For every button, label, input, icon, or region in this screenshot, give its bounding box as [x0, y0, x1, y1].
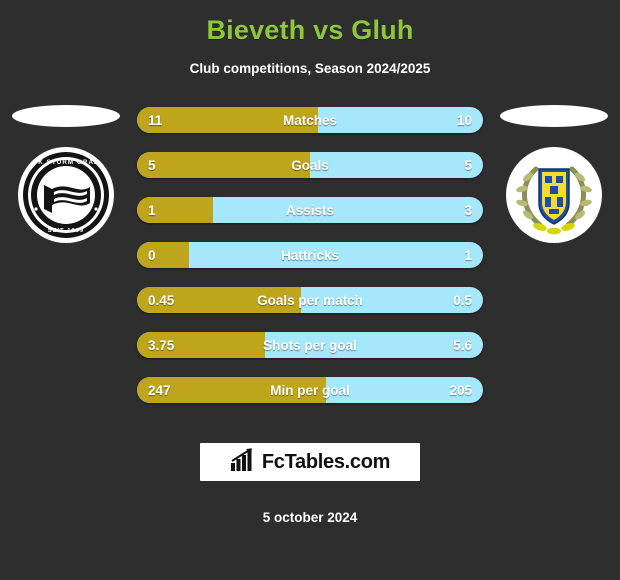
home-crest-highlight [12, 105, 120, 127]
away-value-goals-per-match: 0.5 [453, 292, 472, 308]
stat-label-hattricks: Hattricks [281, 247, 339, 263]
home-value-matches: 11 [148, 112, 163, 128]
stat-values-goals: 5 Goals 5 [137, 152, 483, 178]
away-value-min-per-goal: 205 [449, 382, 472, 398]
stat-row-goals: 5 Goals 5 [137, 152, 483, 178]
away-crest-highlight [500, 105, 608, 127]
home-team-crest: SK STURM GRAZ SEIT 1909 [18, 147, 114, 243]
away-team-crest [506, 147, 602, 243]
away-value-goals: 5 [464, 157, 472, 173]
fctables-logo-text: FcTables.com [261, 450, 391, 473]
svg-text:SEIT 1909: SEIT 1909 [48, 228, 84, 234]
match-date: 5 october 2024 [262, 510, 358, 525]
home-value-assists: 1 [148, 202, 156, 218]
stat-row-goals-per-match: 0.45 Goals per match 0.5 [137, 287, 483, 313]
stat-label-goals: Goals [291, 157, 329, 173]
stat-row-matches: 11 Matches 10 [137, 107, 483, 133]
page-subtitle: Club competitions, Season 2024/2025 [189, 61, 431, 76]
svg-text:SK STURM GRAZ: SK STURM GRAZ [33, 159, 99, 166]
stat-bars-list: 11 Matches 10 5 Goals 5 1 Assists 3 0 Ha… [137, 107, 483, 422]
home-value-min-per-goal: 247 [148, 382, 171, 398]
stat-row-hattricks: 0 Hattricks 1 [137, 242, 483, 268]
away-value-matches: 10 [456, 112, 472, 128]
stat-values-assists: 1 Assists 3 [137, 197, 483, 223]
comparison-body: SK STURM GRAZ SEIT 1909 11 Matches 10 5 … [0, 105, 620, 425]
stat-label-goals-per-match: Goals per match [257, 292, 363, 308]
stat-values-shots-per-goal: 3.75 Shots per goal 5.6 [137, 332, 483, 358]
fctables-logo[interactable]: FcTables.com [200, 443, 420, 481]
stat-label-shots-per-goal: Shots per goal [263, 337, 357, 353]
away-value-hattricks: 1 [464, 247, 472, 263]
stat-row-assists: 1 Assists 3 [137, 197, 483, 223]
home-value-hattricks: 0 [148, 247, 156, 263]
stat-values-goals-per-match: 0.45 Goals per match 0.5 [137, 287, 483, 313]
stat-label-matches: Matches [282, 112, 338, 128]
home-value-goals: 5 [148, 157, 156, 173]
away-value-shots-per-goal: 5.6 [453, 337, 472, 353]
page-footer: FcTables.com 5 october 2024 [0, 443, 620, 525]
bar-chart-arrow-icon [230, 447, 256, 477]
stat-values-min-per-goal: 247 Min per goal 205 [137, 377, 483, 403]
stat-values-matches: 11 Matches 10 [137, 107, 483, 133]
stat-comparison-page: Bieveth vs Gluh Club competitions, Seaso… [0, 0, 620, 580]
stat-values-hattricks: 0 Hattricks 1 [137, 242, 483, 268]
page-title: Bieveth vs Gluh [206, 15, 414, 45]
away-value-assists: 3 [464, 202, 472, 218]
stat-label-assists: Assists [285, 202, 335, 218]
stat-row-min-per-goal: 247 Min per goal 205 [137, 377, 483, 403]
stat-label-min-per-goal: Min per goal [270, 382, 350, 398]
stat-row-shots-per-goal: 3.75 Shots per goal 5.6 [137, 332, 483, 358]
home-value-goals-per-match: 0.45 [148, 292, 175, 308]
home-value-shots-per-goal: 3.75 [148, 337, 175, 353]
